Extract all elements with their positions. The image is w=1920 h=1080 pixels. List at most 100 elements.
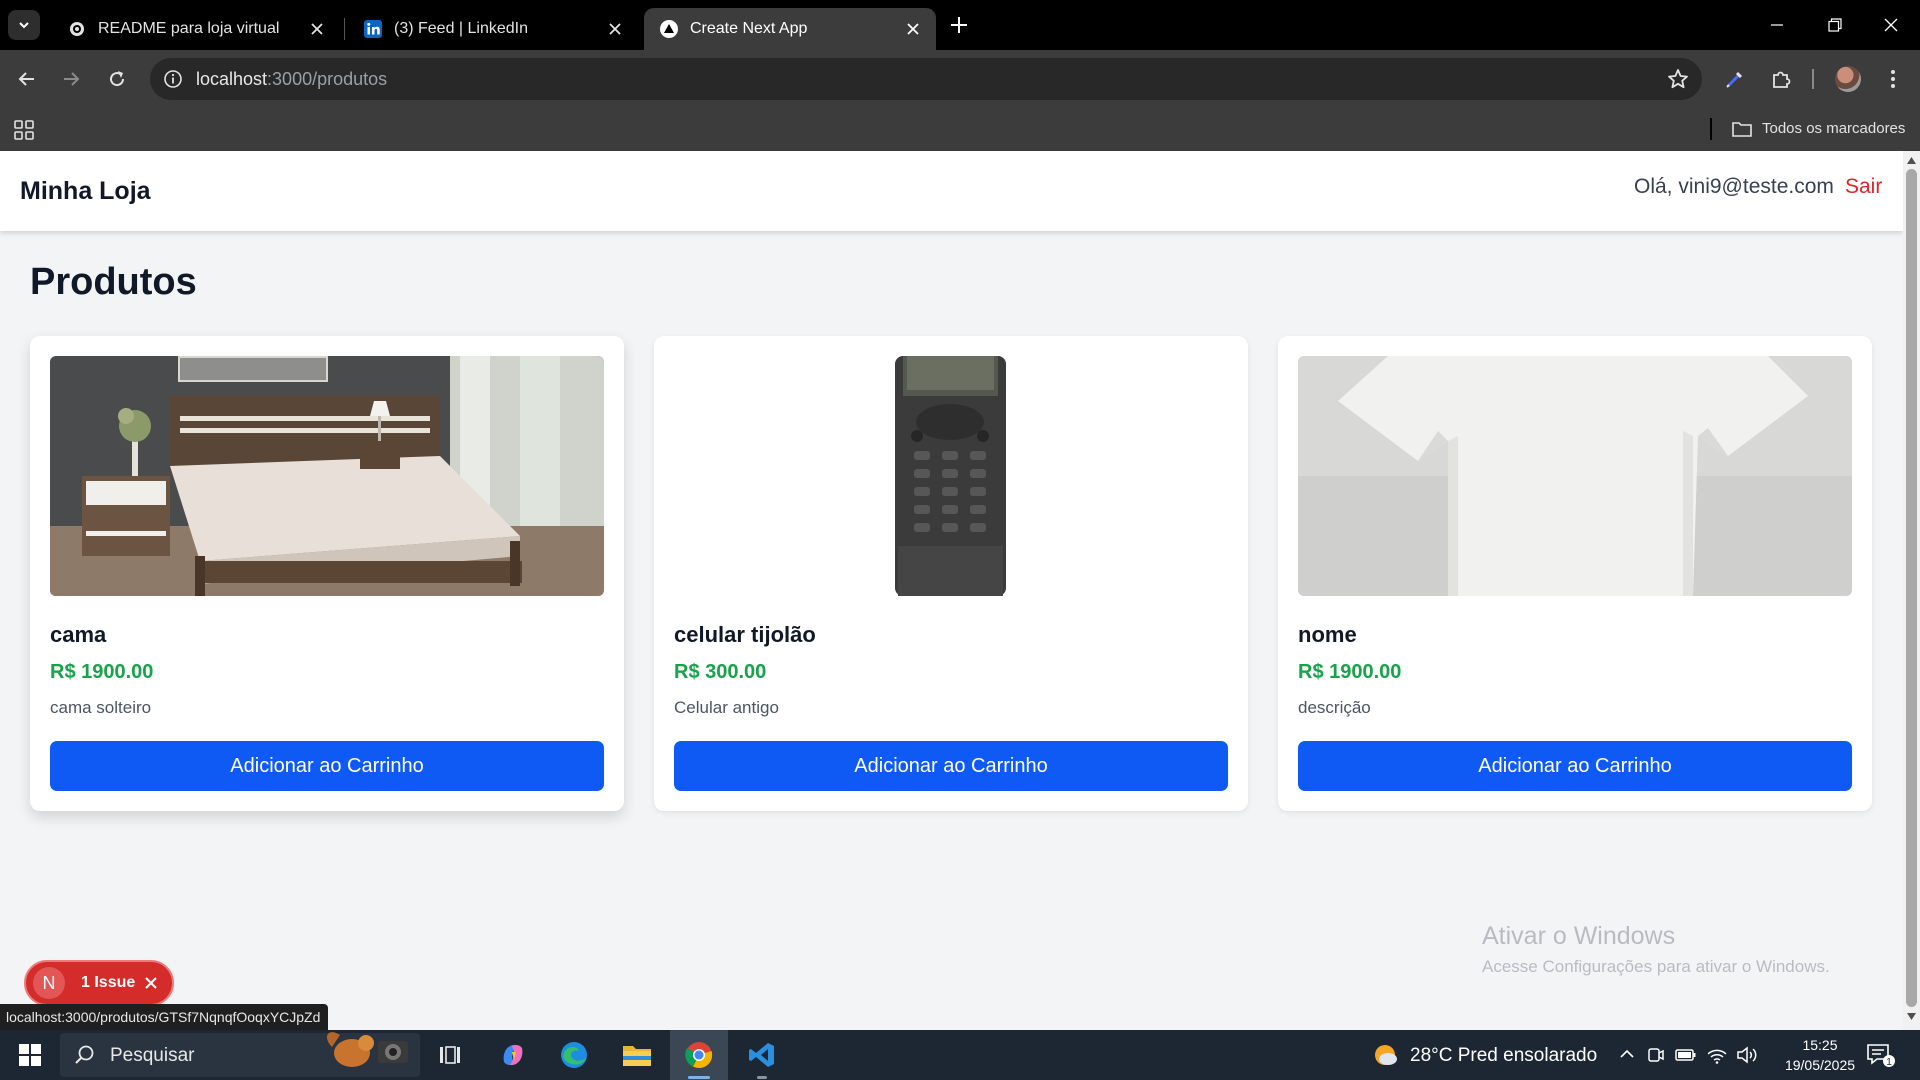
bookmarks-bar: Todos os marcadores (0, 108, 1920, 151)
all-bookmarks-label[interactable]: Todos os marcadores (1762, 120, 1905, 137)
start-button[interactable] (10, 1037, 50, 1073)
task-view-button[interactable] (421, 1030, 479, 1080)
site-brand[interactable]: Minha Loja (20, 177, 151, 206)
forward-button[interactable] (52, 60, 90, 98)
product-name: nome (1298, 622, 1357, 647)
add-to-cart-button[interactable]: Adicionar ao Carrinho (50, 741, 604, 791)
product-image (50, 356, 604, 596)
wifi-icon[interactable] (1706, 1045, 1728, 1065)
eyedropper-extension-button[interactable] (1716, 60, 1754, 98)
toolbar-separator (1812, 69, 1814, 89)
tab-title: README para loja virtual (98, 20, 280, 37)
windows-activation-watermark: Ativar o Windows Acesse Configurações pa… (1482, 922, 1830, 977)
windows-logo-icon (19, 1044, 41, 1066)
taskbar-search-box[interactable]: Pesquisar (60, 1032, 420, 1077)
url-host: localhost (196, 69, 268, 89)
taskbar-app-file-explorer[interactable] (608, 1030, 666, 1080)
task-view-icon (440, 1046, 460, 1064)
white-tshirt-photo (1298, 356, 1852, 596)
new-tab-button[interactable] (948, 14, 970, 36)
search-highlight-art-icon (322, 1027, 418, 1079)
clock-date: 19/05/2025 (1784, 1057, 1856, 1073)
close-icon[interactable] (304, 16, 330, 42)
status-bar-url: localhost:3000/produtos/GTSf7NqnqfOoqxYC… (0, 1004, 329, 1030)
close-icon[interactable] (900, 16, 926, 42)
site-info-icon[interactable] (160, 66, 186, 92)
eyedropper-icon (1726, 71, 1743, 88)
close-window-button[interactable] (1862, 0, 1920, 50)
more-vertical-icon (1891, 70, 1895, 88)
notification-center-icon[interactable]: 1 (1866, 1042, 1896, 1068)
product-price: R$ 300.00 (674, 661, 767, 683)
product-name: celular tijolão (674, 622, 816, 647)
scroll-down-arrow-icon[interactable] (1907, 1013, 1916, 1020)
close-icon (1884, 18, 1898, 32)
page-viewport: Minha Loja Olá, vini9@teste.com Sair Pro… (0, 151, 1903, 1030)
folder-icon[interactable] (1732, 120, 1752, 138)
product-card: nome R$ 1900.00 descrição Adicionar ao C… (1278, 336, 1872, 811)
battery-icon[interactable] (1675, 1045, 1697, 1065)
browser-tab-strip: README para loja virtual (3) Feed | Link… (0, 0, 1920, 50)
taskbar-app-chrome[interactable] (670, 1030, 728, 1080)
vscode-icon (749, 1043, 774, 1067)
weather-text[interactable]: 28°C Pred ensolarado (1410, 1045, 1597, 1067)
close-icon[interactable] (145, 977, 157, 989)
weather-sun-icon[interactable] (1372, 1042, 1398, 1068)
nextjs-issues-pill[interactable]: N 1 Issue (24, 960, 174, 1006)
product-image (1298, 356, 1852, 596)
taskbar-app-edge[interactable] (545, 1030, 603, 1080)
add-to-cart-button[interactable]: Adicionar ao Carrinho (674, 741, 1228, 791)
back-button[interactable] (8, 60, 46, 98)
user-greeting: Olá, vini9@teste.com (1634, 175, 1834, 198)
puzzle-icon (1773, 71, 1791, 88)
product-description: cama solteiro (50, 698, 152, 717)
tab-search-button[interactable] (8, 10, 40, 40)
product-image (674, 356, 1228, 596)
url-text[interactable]: localhost:3000/produtos (196, 69, 387, 90)
arrow-right-icon (64, 72, 80, 86)
old-phone-photo (674, 356, 1228, 596)
tab-readme[interactable]: README para loja virtual (52, 8, 340, 50)
system-clock[interactable]: 15:25 19/05/2025 (1780, 1035, 1860, 1075)
apps-grid-icon[interactable] (14, 120, 34, 140)
scrollbar-thumb[interactable] (1906, 169, 1917, 1007)
github-icon (68, 20, 86, 38)
minimize-button[interactable] (1748, 0, 1806, 50)
product-price: R$ 1900.00 (1298, 661, 1402, 683)
close-icon[interactable] (602, 16, 628, 42)
add-to-cart-button[interactable]: Adicionar ao Carrinho (1298, 741, 1852, 791)
arrow-left-icon (18, 72, 34, 86)
profile-avatar[interactable] (1835, 66, 1861, 92)
tab-create-next-app[interactable]: Create Next App (644, 8, 936, 50)
search-icon (74, 1044, 96, 1066)
taskbar-app-vscode[interactable] (733, 1030, 791, 1080)
address-bar[interactable]: localhost:3000/produtos (150, 58, 1702, 100)
extensions-button[interactable] (1762, 60, 1800, 98)
tab-linkedin[interactable]: (3) Feed | LinkedIn (348, 8, 638, 50)
nextjs-logo-icon[interactable]: N (33, 967, 65, 999)
url-path: :3000/produtos (267, 69, 388, 89)
menu-button[interactable] (1874, 60, 1912, 98)
notification-count: 1 (1886, 1057, 1892, 1068)
taskbar-app-copilot[interactable] (484, 1030, 542, 1080)
windows-taskbar: Pesquisar 28°C Pred ensolarado 15:25 19/… (0, 1030, 1920, 1080)
running-indicator (757, 1076, 767, 1079)
minimize-icon (1771, 24, 1783, 26)
reload-button[interactable] (98, 60, 136, 98)
restore-button[interactable] (1806, 0, 1864, 50)
nextjs-icon (660, 20, 678, 38)
meet-now-icon[interactable] (1646, 1045, 1666, 1065)
bookmark-star-icon[interactable] (1666, 67, 1690, 91)
product-name: cama (50, 622, 107, 647)
site-header: Minha Loja Olá, vini9@teste.com Sair (0, 151, 1903, 231)
volume-icon[interactable] (1736, 1045, 1758, 1065)
logout-link[interactable]: Sair (1845, 175, 1882, 199)
bookmarks-separator (1710, 118, 1712, 140)
page-scrollbar[interactable] (1903, 151, 1920, 1030)
chrome-icon (685, 1042, 713, 1069)
watermark-title: Ativar o Windows (1482, 922, 1676, 950)
chevron-up-icon[interactable] (1618, 1045, 1636, 1063)
scroll-up-arrow-icon[interactable] (1907, 157, 1916, 164)
issues-count[interactable]: 1 Issue (81, 974, 135, 992)
product-card: celular tijolão R$ 300.00 Celular antigo… (654, 336, 1248, 811)
